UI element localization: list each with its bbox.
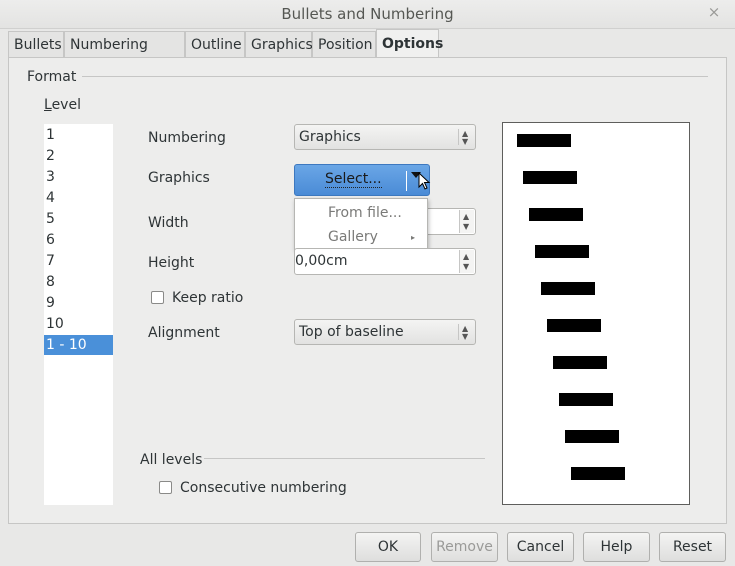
keep-ratio-checkbox[interactable] — [151, 291, 164, 304]
tab-graphics[interactable]: Graphics — [245, 31, 313, 57]
graphics-popup-menu: From file... Gallery ▸ — [294, 198, 428, 250]
numbering-select[interactable]: Graphics ▲ ▼ — [294, 124, 476, 150]
button-separator — [406, 171, 407, 191]
list-item[interactable]: 6 — [44, 230, 113, 250]
list-item[interactable]: 2 — [44, 146, 113, 166]
reset-button[interactable]: Reset — [659, 532, 726, 562]
ok-button[interactable]: OK — [355, 532, 421, 562]
numbering-preview — [502, 122, 690, 505]
preview-bullet — [565, 430, 619, 443]
cancel-button[interactable]: Cancel — [507, 532, 574, 562]
graphics-select-button[interactable]: Select... — [294, 164, 430, 196]
preview-bullet — [541, 282, 595, 295]
numbering-select-value: Graphics — [299, 129, 361, 145]
menu-item-gallery[interactable]: Gallery — [328, 229, 378, 245]
tab-numbering-type[interactable]: Numbering type — [64, 31, 185, 79]
preview-bullet — [559, 393, 613, 406]
alignment-select-value: Top of baseline — [299, 324, 404, 340]
preview-bullet — [535, 245, 589, 258]
numbering-label: Numbering — [148, 130, 226, 146]
close-icon[interactable]: × — [706, 3, 722, 21]
list-item[interactable]: 5 — [44, 209, 113, 229]
list-item[interactable]: 4 — [44, 188, 113, 208]
level-list[interactable]: 1 2 3 4 5 6 7 8 9 10 1 - 10 — [44, 124, 113, 505]
tab-bullets[interactable]: Bullets — [8, 31, 64, 57]
level-label: Level — [44, 97, 81, 113]
spin-arrows-icon[interactable]: ▲ ▼ — [459, 210, 474, 233]
list-item[interactable]: 3 — [44, 167, 113, 187]
spin-arrows-icon[interactable]: ▲ ▼ — [459, 250, 474, 273]
preview-bullet — [517, 134, 571, 147]
alignment-select[interactable]: Top of baseline ▲ ▼ — [294, 319, 476, 345]
list-item[interactable]: 7 — [44, 251, 113, 271]
width-label: Width — [148, 215, 189, 231]
spin-arrows-icon: ▲ ▼ — [458, 129, 470, 146]
list-item[interactable]: 10 — [44, 314, 113, 334]
help-button[interactable]: Help — [583, 532, 650, 562]
submenu-arrow-icon: ▸ — [411, 233, 416, 242]
preview-bullet — [529, 208, 583, 221]
alignment-label: Alignment — [148, 325, 220, 341]
tab-outline[interactable]: Outline — [185, 31, 245, 57]
list-item[interactable]: 1 — [44, 125, 113, 145]
list-item[interactable]: 9 — [44, 293, 113, 313]
window-title: Bullets and Numbering — [281, 5, 454, 23]
spin-arrows-icon: ▲ ▼ — [458, 324, 470, 341]
tab-options[interactable]: Options — [376, 29, 443, 58]
preview-bullet — [547, 319, 601, 332]
format-section-label: Format — [27, 69, 77, 85]
height-value: 0,00cm — [295, 253, 348, 269]
graphics-select-label: Select... — [325, 171, 382, 188]
consecutive-numbering-checkbox[interactable] — [159, 481, 172, 494]
height-label: Height — [148, 255, 195, 271]
list-item[interactable]: 8 — [44, 272, 113, 292]
graphics-label: Graphics — [148, 170, 210, 186]
menu-item-from-file[interactable]: From file... — [328, 205, 402, 221]
format-divider — [82, 76, 708, 77]
consecutive-numbering-label[interactable]: Consecutive numbering — [180, 480, 347, 496]
height-spinbox[interactable]: 0,00cm ▲ ▼ — [294, 248, 476, 275]
list-item-selected[interactable]: 1 - 10 — [44, 335, 113, 355]
all-levels-section-label: All levels — [140, 452, 203, 468]
preview-bullet — [571, 467, 625, 480]
preview-bullet — [523, 171, 577, 184]
all-levels-divider — [204, 458, 485, 459]
keep-ratio-label[interactable]: Keep ratio — [172, 290, 243, 306]
preview-bullet — [553, 356, 607, 369]
tab-position[interactable]: Position — [312, 31, 376, 57]
remove-button[interactable]: Remove — [431, 532, 498, 562]
mouse-pointer-icon — [418, 172, 431, 190]
